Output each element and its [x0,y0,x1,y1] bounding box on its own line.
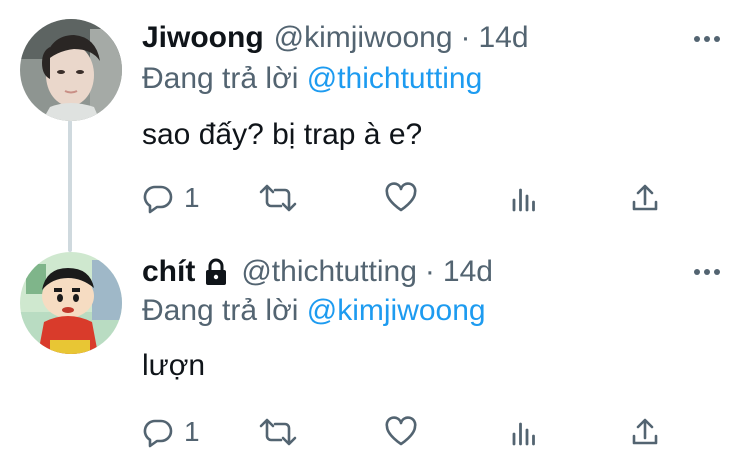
analytics-icon [510,416,538,448]
display-name[interactable]: chít [142,255,195,289]
analytics-button[interactable] [510,412,538,452]
reply-icon [142,182,174,214]
replying-to: Đang trả lời @thichtutting [142,62,482,96]
share-icon [630,416,660,448]
timestamp[interactable]: 14d [479,21,529,55]
user-handle[interactable]: @thichtutting [241,255,417,289]
tweet-text: sao đấy? bị trap à e? [142,118,423,151]
tweet-actions: 1 [0,412,750,452]
share-button[interactable] [630,178,660,218]
analytics-icon [510,182,538,214]
tweet-text: lượn [142,349,206,382]
retweet-icon [258,182,298,214]
heart-icon [384,182,418,214]
reply-button[interactable]: 1 [142,412,200,452]
tweet[interactable]: Jiwoong @kimjiwoong · 14d Đang trả lời @… [0,0,750,235]
reply-count: 1 [184,416,200,447]
replying-to-mention[interactable]: @kimjiwoong [307,294,486,327]
replying-to-prefix: Đang trả lời [142,294,299,327]
share-button[interactable] [630,412,660,452]
separator-dot: · [424,255,435,288]
share-icon [630,182,660,214]
avatar[interactable] [20,19,122,121]
display-name[interactable]: Jiwoong [142,21,264,55]
replying-to: Đang trả lời @kimjiwoong [142,294,486,328]
analytics-button[interactable] [510,178,538,218]
timestamp[interactable]: 14d [443,255,493,289]
lock-icon [203,257,229,287]
separator-dot: · [460,21,471,54]
reply-count: 1 [184,182,200,213]
reply-icon [142,416,174,448]
like-button[interactable] [384,178,418,218]
replying-to-mention[interactable]: @thichtutting [307,62,483,95]
retweet-button[interactable] [258,412,298,452]
tweet-header: chít @thichtutting · 14d [142,252,493,292]
avatar[interactable] [20,252,122,354]
retweet-icon [258,416,298,448]
heart-icon [384,416,418,448]
tweet-header: Jiwoong @kimjiwoong · 14d [142,18,529,58]
more-icon[interactable] [694,267,720,277]
more-icon[interactable] [694,34,720,44]
user-handle[interactable]: @kimjiwoong [274,21,453,55]
reply-button[interactable]: 1 [142,178,200,218]
tweet-actions: 1 [0,178,750,218]
retweet-button[interactable] [258,178,298,218]
tweet[interactable]: chít @thichtutting · 14d Đang trả lời @k… [0,235,750,464]
like-button[interactable] [384,412,418,452]
replying-to-prefix: Đang trả lời [142,62,299,95]
